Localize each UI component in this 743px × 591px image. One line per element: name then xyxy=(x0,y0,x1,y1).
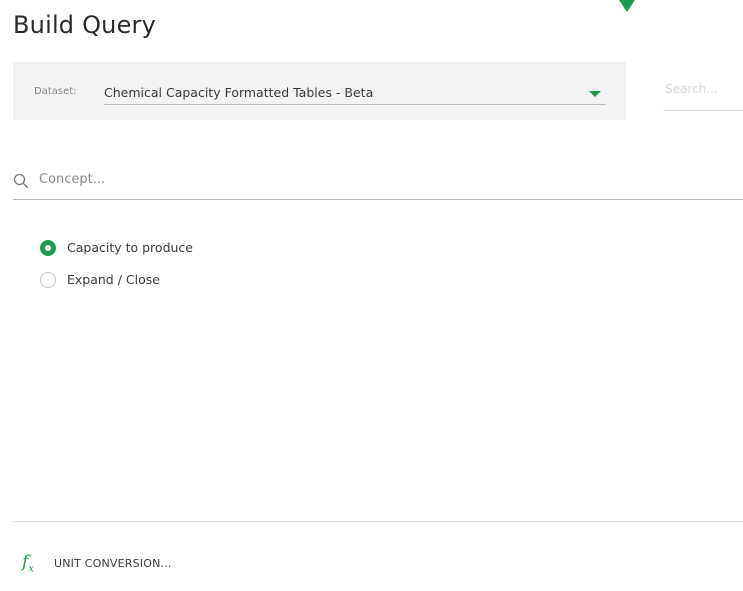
option-label: Capacity to produce xyxy=(67,240,193,255)
radio-checked[interactable] xyxy=(40,240,56,256)
footer-divider xyxy=(13,521,743,522)
arrow-down-icon xyxy=(619,0,635,12)
radio-unchecked[interactable] xyxy=(40,272,56,288)
page-title: Build Query xyxy=(13,11,157,39)
dataset-bar: Dataset: Chemical Capacity Formatted Tab… xyxy=(13,62,626,120)
dataset-label: Dataset: xyxy=(34,86,77,97)
concept-input[interactable] xyxy=(37,171,731,188)
build-query-page: Build Query Dataset: Chemical Capacity F… xyxy=(0,0,743,591)
concept-row xyxy=(13,165,743,200)
unit-conversion-label: UNIT CONVERSION... xyxy=(54,557,172,570)
option-label: Expand / Close xyxy=(67,272,160,287)
search-box xyxy=(663,74,743,111)
search-input[interactable] xyxy=(663,74,743,96)
chevron-down-icon[interactable] xyxy=(589,91,601,97)
dataset-selected-value: Chemical Capacity Formatted Tables - Bet… xyxy=(104,85,374,100)
function-icon: fx xyxy=(22,552,34,575)
dataset-select[interactable]: Chemical Capacity Formatted Tables - Bet… xyxy=(104,80,606,105)
search-icon xyxy=(13,173,29,189)
